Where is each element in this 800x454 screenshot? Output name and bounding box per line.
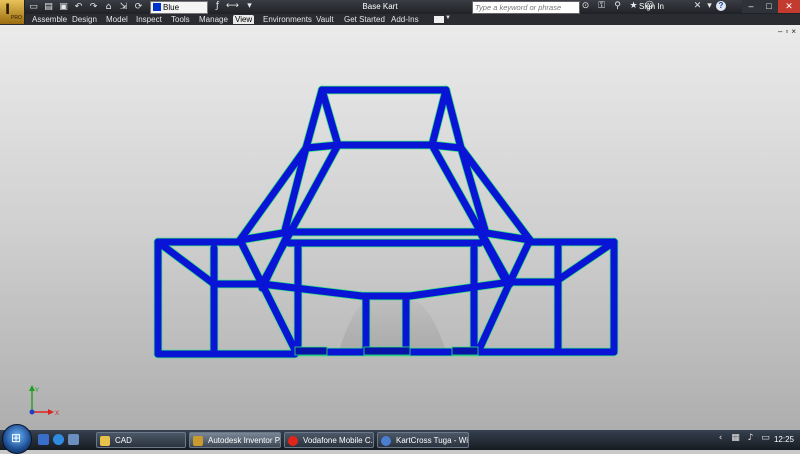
inventor-icon — [193, 436, 203, 446]
title-bar: ▭ ▤ ▣ ↶ ↷ ⌂ ⇲ ⟳ Blue ƒ ⟷ ▾ Base Kart ⊙ ⚿… — [0, 0, 800, 14]
kart-frame-model[interactable] — [0, 25, 800, 430]
tab-design[interactable]: Design — [70, 15, 99, 24]
fx-icon[interactable]: ƒ — [212, 1, 223, 11]
tab-get-started[interactable]: Get Started — [342, 15, 387, 24]
axis-x-label: X — [55, 411, 59, 417]
redo-icon[interactable]: ↷ — [88, 2, 99, 12]
color-style-label: Blue — [163, 3, 180, 12]
frame-tube[interactable] — [506, 236, 534, 286]
frame-tube[interactable] — [406, 278, 514, 300]
exchange-icon[interactable]: ✕ — [692, 1, 703, 11]
ribbon-minimize-toggle[interactable] — [434, 16, 444, 23]
communication-icon[interactable]: ⚲ — [612, 1, 623, 11]
frame-tube[interactable] — [236, 236, 266, 288]
close-button[interactable]: ✕ — [778, 0, 800, 13]
undo-icon[interactable]: ↶ — [73, 2, 84, 12]
subscription-icon[interactable]: ⚿ — [596, 1, 607, 11]
favorites-star-icon[interactable]: ★ — [628, 1, 639, 11]
tab-environments[interactable]: Environments — [261, 15, 314, 24]
tab-vault[interactable]: Vault — [314, 15, 336, 24]
quick-access-toolbar: ▭ ▤ ▣ ↶ ↷ ⌂ ⇲ ⟳ — [28, 1, 144, 13]
taskbar-item-inventor[interactable]: Autodesk Inventor P... — [189, 432, 281, 448]
frame-tube[interactable] — [318, 86, 342, 149]
taskbar-item-label: Autodesk Inventor P... — [208, 436, 281, 445]
application-menu-button[interactable]: I PRO — [0, 0, 25, 24]
open-icon[interactable]: ▤ — [43, 2, 54, 12]
browser-icon — [381, 436, 391, 446]
ground-shadow — [340, 300, 445, 348]
document-title: Base Kart — [362, 2, 398, 11]
home-icon[interactable]: ⌂ — [103, 2, 114, 12]
frame-tube[interactable] — [442, 86, 465, 152]
maximize-button[interactable]: □ — [760, 0, 778, 13]
network-icon[interactable]: ▦ — [730, 433, 741, 443]
select-icon[interactable]: ⇲ — [118, 2, 129, 12]
taskbar-item-browser[interactable]: KartCross Tuga - Wi... — [377, 432, 469, 448]
help-button[interactable]: ? — [716, 1, 726, 11]
windows-logo-icon: ⊞ — [11, 431, 22, 445]
volume-icon[interactable]: ♪ — [745, 433, 756, 443]
frame-tube[interactable] — [474, 278, 514, 356]
search-field[interactable] — [472, 1, 580, 14]
tab-model[interactable]: Model — [104, 15, 130, 24]
taskbar-item-label: Vodafone Mobile C... — [303, 436, 374, 445]
dropdown-arrow-icon[interactable]: ▾ — [244, 1, 255, 11]
new-file-icon[interactable]: ▭ — [28, 2, 39, 12]
taskbar-item-label: CAD — [115, 436, 132, 445]
app-logo-glyph: I — [5, 2, 11, 18]
frame-tube[interactable] — [154, 238, 218, 288]
axis-triad-icon: Y X — [29, 385, 59, 417]
color-style-dropdown[interactable]: Blue — [150, 1, 208, 14]
taskbar-clock: 12:25 — [773, 435, 795, 444]
measure-icon[interactable]: ⟷ — [226, 1, 239, 11]
windows-taskbar: ⊞ CAD Autodesk Inventor P... Vodafone Mo… — [0, 424, 800, 454]
folder-icon — [100, 436, 110, 446]
tab-add-ins[interactable]: Add-Ins — [389, 15, 421, 24]
floor-plate[interactable] — [363, 346, 411, 356]
color-swatch-icon — [153, 3, 161, 11]
taskbar-item-label: KartCross Tuga - Wi... — [396, 436, 469, 445]
tab-inspect[interactable]: Inspect — [134, 15, 164, 24]
taskbar-item-cad[interactable]: CAD — [96, 432, 186, 448]
dropdown-arrow-icon[interactable]: ▾ — [704, 1, 715, 11]
view-axis-triad: Y X — [24, 380, 64, 420]
app-edition-badge: PRO — [11, 15, 22, 21]
taskbar-item-vodafone[interactable]: Vodafone Mobile C... — [284, 432, 374, 448]
tab-assemble[interactable]: Assemble — [30, 15, 69, 24]
update-icon[interactable]: ⟳ — [133, 2, 144, 12]
internet-explorer-icon[interactable] — [53, 434, 64, 445]
show-desktop-icon[interactable] — [38, 434, 49, 445]
vodafone-icon — [288, 436, 298, 446]
switch-windows-icon[interactable] — [68, 434, 79, 445]
floor-plate[interactable] — [451, 346, 479, 356]
minimize-button[interactable]: – — [742, 0, 760, 13]
frame-tube[interactable] — [554, 238, 618, 284]
tab-manage[interactable]: Manage — [197, 15, 230, 24]
search-input[interactable] — [475, 2, 575, 13]
frame-tube[interactable] — [428, 86, 450, 149]
ribbon-tab-bar: Assemble Design Model Inspect Tools Mana… — [0, 14, 800, 25]
axis-y-label: Y — [35, 388, 39, 394]
chevron-down-icon[interactable]: ▼ — [445, 15, 451, 21]
system-tray: ‹ ▦ ♪ ▭ — [715, 433, 771, 443]
frame-tube[interactable] — [302, 86, 326, 152]
save-icon[interactable]: ▣ — [58, 2, 69, 12]
sign-in-link[interactable]: Sign In — [639, 1, 664, 13]
tab-view[interactable]: View — [233, 15, 255, 24]
tab-tools[interactable]: Tools — [169, 15, 192, 24]
floor-plate[interactable] — [294, 346, 328, 356]
graphics-viewport[interactable]: – ▫ × Y X — [0, 25, 800, 430]
binoculars-icon[interactable]: ⊙ — [580, 1, 591, 11]
tray-expand-icon[interactable]: ‹ — [715, 433, 726, 443]
frame-tube[interactable] — [258, 280, 299, 354]
